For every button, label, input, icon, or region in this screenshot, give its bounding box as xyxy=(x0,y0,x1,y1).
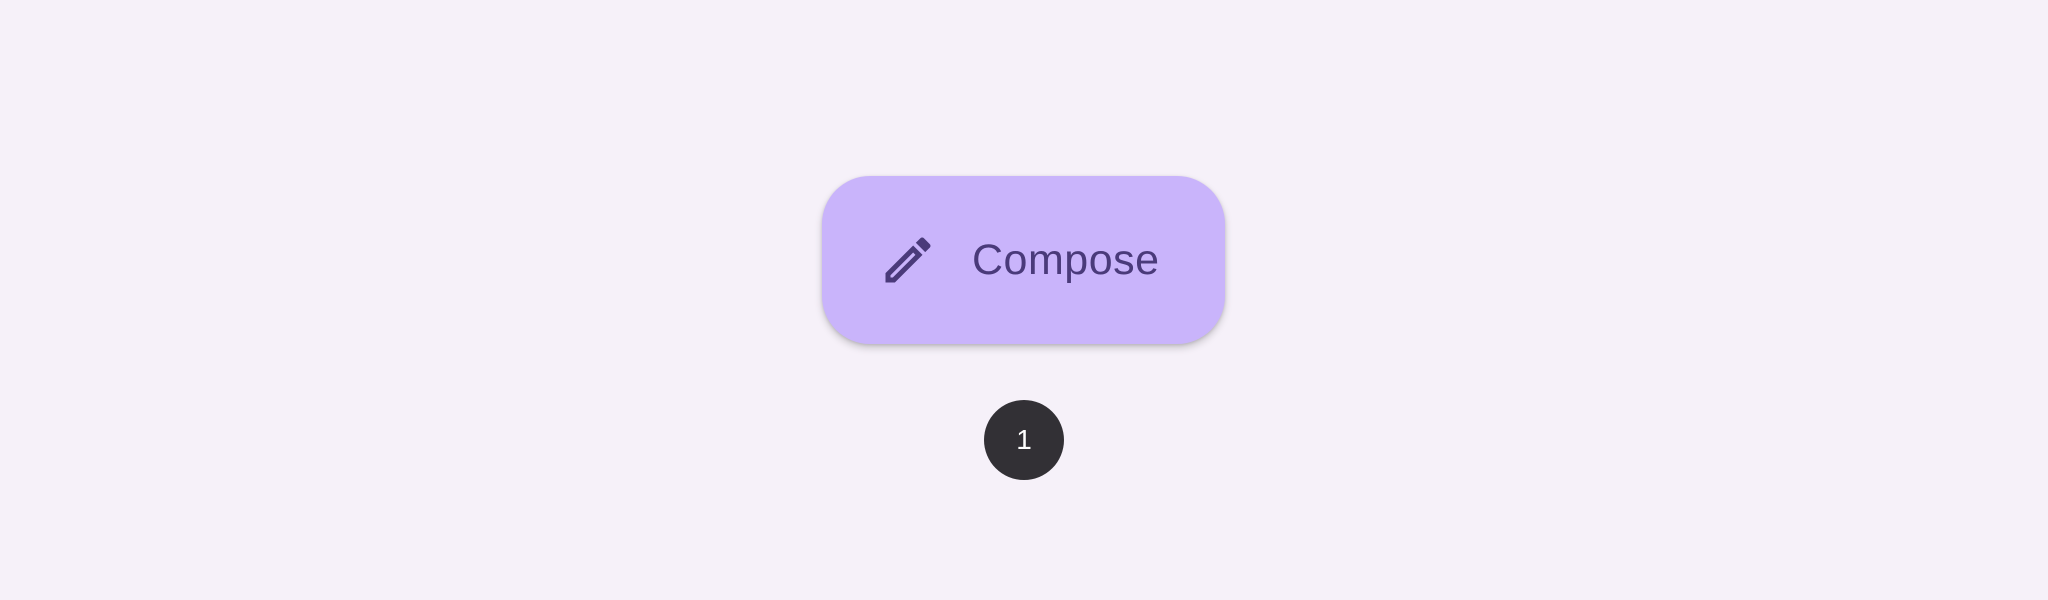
compose-fab-button[interactable]: Compose xyxy=(822,176,1225,344)
pencil-icon xyxy=(878,230,938,290)
canvas: Compose 1 xyxy=(0,0,2048,600)
compose-label: Compose xyxy=(972,235,1160,284)
annotation-number: 1 xyxy=(1016,424,1032,455)
annotation-marker: 1 xyxy=(984,400,1064,480)
